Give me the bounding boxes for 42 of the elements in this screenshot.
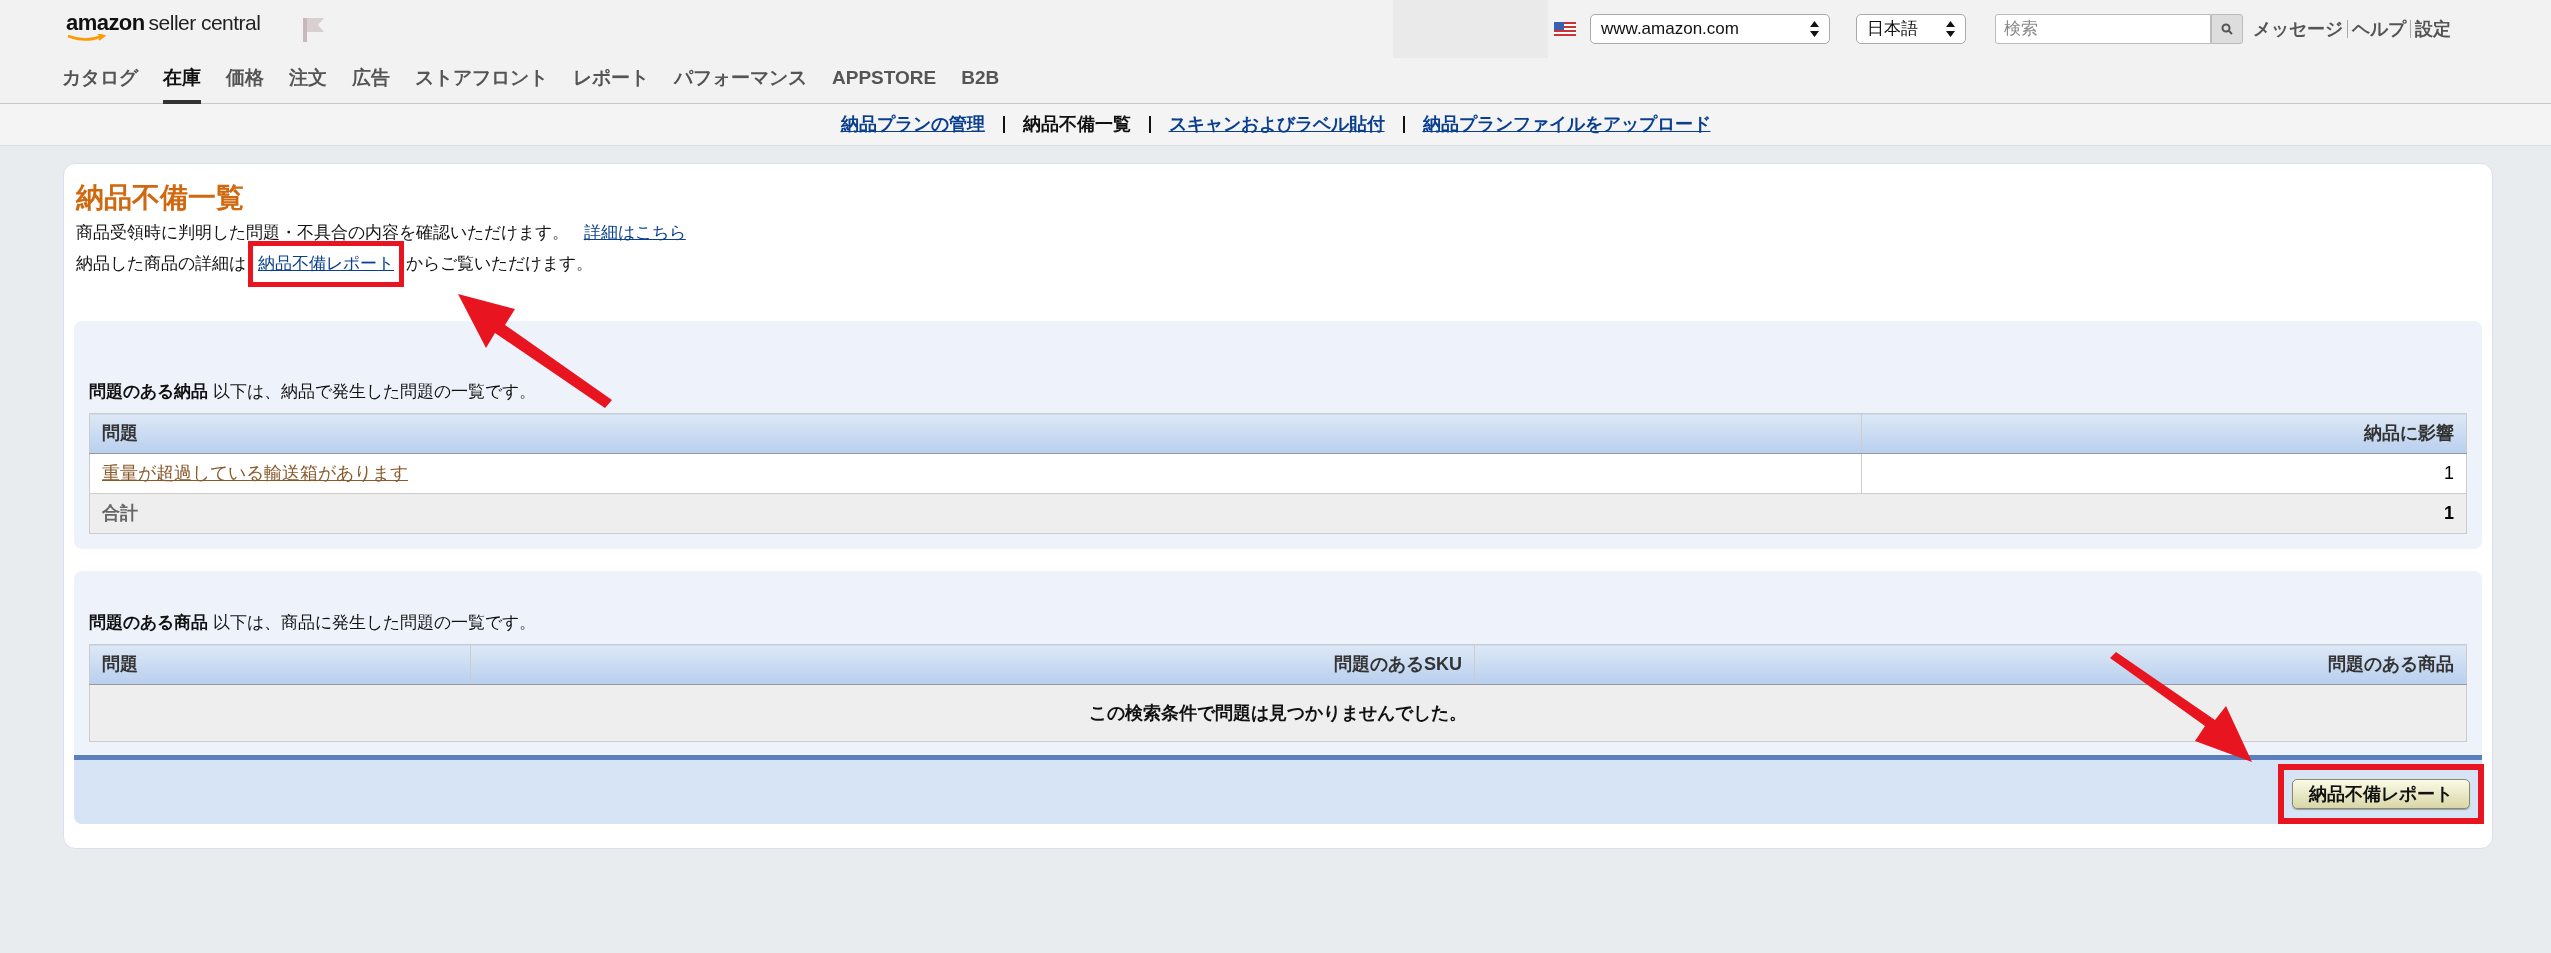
search-icon <box>2221 23 2233 35</box>
subnav-link[interactable]: スキャンおよびラベル貼付 <box>1168 111 1385 138</box>
nav-tab[interactable]: ストアフロント <box>415 63 548 104</box>
subnav-link[interactable]: 納品不備一覧 <box>1022 111 1131 138</box>
intro-text: 商品受領時に判明した問題・不具合の内容を確認いただけます。 詳細はこちら <box>76 222 687 244</box>
subnav-link[interactable]: 納品プランの管理 <box>840 111 985 138</box>
us-flag-icon <box>1554 22 1576 36</box>
nav-tab[interactable]: パフォーマンス <box>674 63 807 104</box>
language-dropdown[interactable]: 日本語 <box>1856 14 1966 44</box>
nav-tab[interactable]: 価格 <box>226 63 264 104</box>
nav-tab[interactable]: APPSTORE <box>832 63 937 104</box>
dropdown-arrows-icon <box>1946 21 1955 37</box>
report-link[interactable]: 納品不備レポート <box>258 254 394 273</box>
nav-tab[interactable]: 注文 <box>289 63 327 104</box>
details-link[interactable]: 詳細はこちら <box>583 223 686 242</box>
column-header: 問題 <box>89 413 1862 454</box>
table-cell: 1 <box>1861 453 2467 494</box>
nav-tab[interactable]: レポート <box>573 63 649 104</box>
nav-tab[interactable]: カタログ <box>62 63 138 104</box>
section-heading: 問題のある納品 以下は、納品で発生した問題の一覧です。 <box>89 381 537 403</box>
column-header: 問題 <box>89 644 471 685</box>
column-header: 問題のあるSKU <box>470 644 1475 685</box>
nav-tab[interactable]: 広告 <box>352 63 390 104</box>
marketplace-dropdown[interactable]: www.amazon.com <box>1590 14 1830 44</box>
header-link[interactable]: メッセージ <box>2253 15 2343 43</box>
total-value: 1 <box>1861 493 2467 534</box>
total-label: 合計 <box>102 503 138 523</box>
search-button[interactable] <box>2211 14 2243 44</box>
column-header: 納品に影響 <box>1861 413 2467 454</box>
issue-link[interactable]: 重量が超過している輸送箱があります <box>102 463 408 483</box>
dropdown-arrows-icon <box>1810 21 1819 37</box>
seller-central-logo[interactable]: amazon seller central <box>66 12 261 42</box>
page-title: 納品不備一覧 <box>76 181 245 215</box>
header-link[interactable]: ヘルプ <box>2352 15 2406 43</box>
subnav-link[interactable]: 納品プランファイルをアップロード <box>1422 111 1711 138</box>
nav-tab[interactable]: B2B <box>961 63 1000 104</box>
search-field[interactable]: 検索 <box>1995 14 2211 44</box>
section-heading: 問題のある商品 以下は、商品に発生した問題の一覧です。 <box>89 612 537 634</box>
header-link[interactable]: 設定 <box>2415 15 2451 43</box>
report-button[interactable]: 納品不備レポート <box>2292 779 2470 809</box>
column-header: 問題のある商品 <box>1474 644 2467 685</box>
report-text: 納品した商品の詳細は 納品不備レポート からご覧いただけます。 <box>76 248 2482 280</box>
